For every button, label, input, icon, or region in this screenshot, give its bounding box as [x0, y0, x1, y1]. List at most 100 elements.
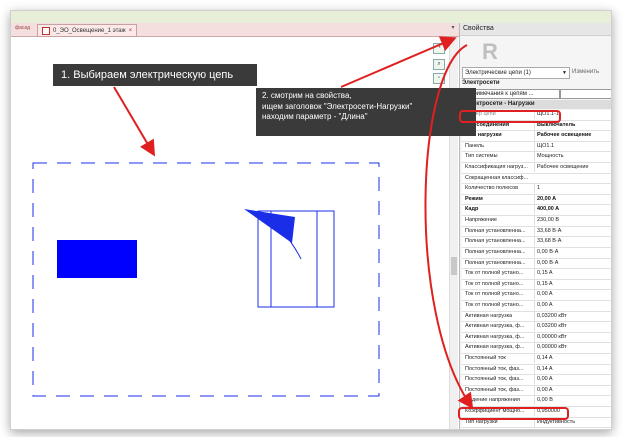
property-name: Напряжение — [465, 217, 497, 224]
property-row[interactable]: Активная нагрузка, ф... 0,00000 кВт — [462, 343, 611, 355]
property-name: Ток от полной устано... — [465, 301, 524, 308]
circuit-notes-field[interactable] — [560, 89, 611, 99]
property-row[interactable]: Тип нагрузки Индуктивность — [462, 417, 611, 429]
edit-type-button[interactable]: Изменить — [572, 67, 611, 77]
property-value[interactable]: 33,68 В·А — [534, 237, 611, 247]
property-value[interactable]: 0,00 A — [534, 385, 611, 395]
group-header-loads[interactable]: Электросети - Нагрузки — [462, 100, 611, 109]
property-name: Ток от полной устано... — [465, 280, 524, 287]
property-value[interactable]: Выключатель — [534, 120, 611, 130]
property-value[interactable]: 0,14 A — [534, 354, 611, 364]
property-row[interactable]: Постоянный ток, фаз... 0,00 A — [462, 385, 611, 397]
group-header-electrical[interactable]: Электросети — [462, 80, 500, 86]
property-row[interactable]: Сокращенная классиф... — [462, 173, 611, 185]
revit-logo: R — [482, 39, 498, 64]
properties-panel: Свойства R Электрические цепи (1) ▼ Изме… — [459, 23, 611, 429]
property-row[interactable]: Напряжение 230,00 В — [462, 216, 611, 227]
property-row[interactable]: Ток от полной устано... 0,15 A — [462, 269, 611, 280]
property-row[interactable]: Режим 20,00 A — [462, 194, 611, 206]
property-row[interactable]: Полная установленна... 0,00 В·А — [462, 258, 611, 270]
circuit-notes-label: Примечания к цепям ... — [466, 89, 560, 99]
zoom-icon[interactable]: ⌕ — [433, 59, 445, 70]
property-value[interactable]: Мощность — [534, 152, 611, 162]
property-name: Сокращенная классиф... — [465, 174, 529, 181]
property-row[interactable]: Коэффициент мощно... 0,950000 — [462, 407, 611, 418]
property-value[interactable]: 0,15 A — [534, 279, 611, 289]
property-name: Количество полюсов — [465, 185, 519, 192]
property-value[interactable]: Рабочее освещение — [534, 163, 611, 173]
property-value[interactable]: 0,00 A — [534, 300, 611, 310]
property-row[interactable]: Тип системы Мощность — [462, 152, 611, 164]
light-fixture[interactable] — [57, 240, 137, 278]
properties-table: Номер цепи ЩО1.1-1 Тип соединения Выключате… — [462, 110, 611, 429]
property-row[interactable]: Номер цепи ЩО1.1-1 — [462, 110, 611, 121]
property-value[interactable]: 0,03200 кВт — [534, 322, 611, 332]
property-value[interactable]: Индуктивность — [534, 417, 611, 427]
property-name: Полная установленна... — [465, 259, 526, 266]
property-value[interactable]: 400,00 A — [534, 205, 611, 215]
property-value[interactable]: 0,14 A — [534, 364, 611, 374]
property-value[interactable]: 0,00 A — [534, 290, 611, 300]
property-row[interactable]: Активная нагрузка, ф... 0,00000 кВт — [462, 332, 611, 344]
type-selector-value: Электрические цепи (1) — [465, 70, 531, 76]
property-row[interactable]: Постоянный ток, фаз... 0,00 A — [462, 375, 611, 386]
property-row[interactable]: Активная нагрузка, ф... 0,03200 кВт — [462, 322, 611, 333]
property-name: Активная нагрузка, ф... — [465, 344, 525, 351]
active-view-tab[interactable]: 0_ЭО_Освещение_1 этаж × — [37, 24, 138, 37]
property-row[interactable]: Постоянный ток, фаз... 0,14 A — [462, 364, 611, 376]
property-value[interactable]: 0,00 A — [534, 375, 611, 385]
property-row[interactable]: Активная нагрузка 0,03200 кВт — [462, 311, 611, 323]
property-name: Постоянный ток, фаз... — [465, 365, 524, 372]
property-value[interactable]: 230,00 В — [534, 216, 611, 226]
zoom-extents-icon[interactable]: ▫ — [433, 73, 445, 84]
property-value[interactable]: 0,00 В — [534, 396, 611, 406]
property-value[interactable]: 0,950000 — [534, 407, 611, 417]
property-row[interactable]: Ток от полной устано... 0,00 A — [462, 300, 611, 312]
property-name: Активная нагрузка, ф... — [465, 323, 525, 330]
property-row[interactable]: Панель ЩО1.1 — [462, 141, 611, 153]
property-row[interactable]: Классификация нагруз... Рабочее освещение — [462, 163, 611, 174]
property-value[interactable]: Рабочее освещение — [534, 131, 611, 141]
properties-title: Свойства — [460, 23, 611, 36]
tab-label: 0_ЭО_Освещение_1 этаж — [53, 27, 126, 34]
property-row[interactable]: Полная установленна... 33,68 В·А — [462, 237, 611, 248]
property-row[interactable]: Количество полюсов 1 — [462, 184, 611, 195]
property-name: Активная нагрузка, ф... — [465, 333, 525, 340]
selected-circuit-outline[interactable] — [32, 162, 380, 397]
scrollbar-thumb[interactable] — [451, 257, 457, 275]
property-name: Активная нагрузка — [465, 312, 513, 319]
property-value[interactable]: 1 — [534, 184, 611, 194]
close-icon[interactable]: × — [129, 28, 133, 34]
property-value[interactable]: 33,68 В·А — [534, 226, 611, 236]
property-value[interactable]: 0,00000 кВт — [534, 343, 611, 353]
tab-menu-icon[interactable]: ▾ — [448, 24, 458, 31]
property-value[interactable]: ЩО1.1 — [534, 141, 611, 151]
property-value[interactable]: 0,00000 кВт — [534, 332, 611, 342]
property-name: Полная установленна... — [465, 227, 526, 234]
property-value[interactable]: 0,03200 кВт — [534, 311, 611, 321]
nav-wheel-icon[interactable]: ◔ — [433, 43, 445, 54]
property-row[interactable]: Ток от полной устано... 0,15 A — [462, 279, 611, 291]
property-name: Постоянный ток, фаз... — [465, 376, 524, 383]
property-row[interactable]: Полная установленна... 0,00 В·А — [462, 247, 611, 259]
type-selector[interactable]: Электрические цепи (1) ▼ — [462, 67, 570, 79]
property-row[interactable]: Имя нагрузки Рабочее освещение — [462, 131, 611, 142]
view-tab-bar: фасад 0_ЭО_Освещение_1 этаж × ▾ — [11, 23, 459, 37]
property-row[interactable]: Падение напряжения 0,00 В — [462, 396, 611, 408]
property-name: Полная установленна... — [465, 238, 526, 245]
previous-tab-label[interactable]: фасад — [15, 25, 30, 31]
property-row[interactable]: Кадр 400,00 A — [462, 205, 611, 217]
property-row[interactable]: Сбалансированная н... — [462, 428, 611, 429]
property-value[interactable]: 20,00 A — [534, 194, 611, 204]
step1-callout: 1. Выбираем электрическую цепь — [53, 64, 257, 86]
top-band — [11, 11, 611, 23]
property-row[interactable]: Полная установленна... 33,68 В·А — [462, 226, 611, 238]
chevron-down-icon: ▼ — [562, 70, 567, 76]
property-row[interactable]: Ток от полной устано... 0,00 A — [462, 290, 611, 301]
property-value[interactable]: ЩО1.1-1 — [534, 110, 611, 119]
property-value[interactable]: 0,00 В·А — [534, 247, 611, 257]
property-row[interactable]: Постоянный ток 0,14 A — [462, 354, 611, 365]
property-value[interactable]: 0,15 A — [534, 269, 611, 279]
property-value[interactable]: 0,00 В·А — [534, 258, 611, 268]
property-row[interactable]: Тип соединения Выключатель — [462, 120, 611, 132]
